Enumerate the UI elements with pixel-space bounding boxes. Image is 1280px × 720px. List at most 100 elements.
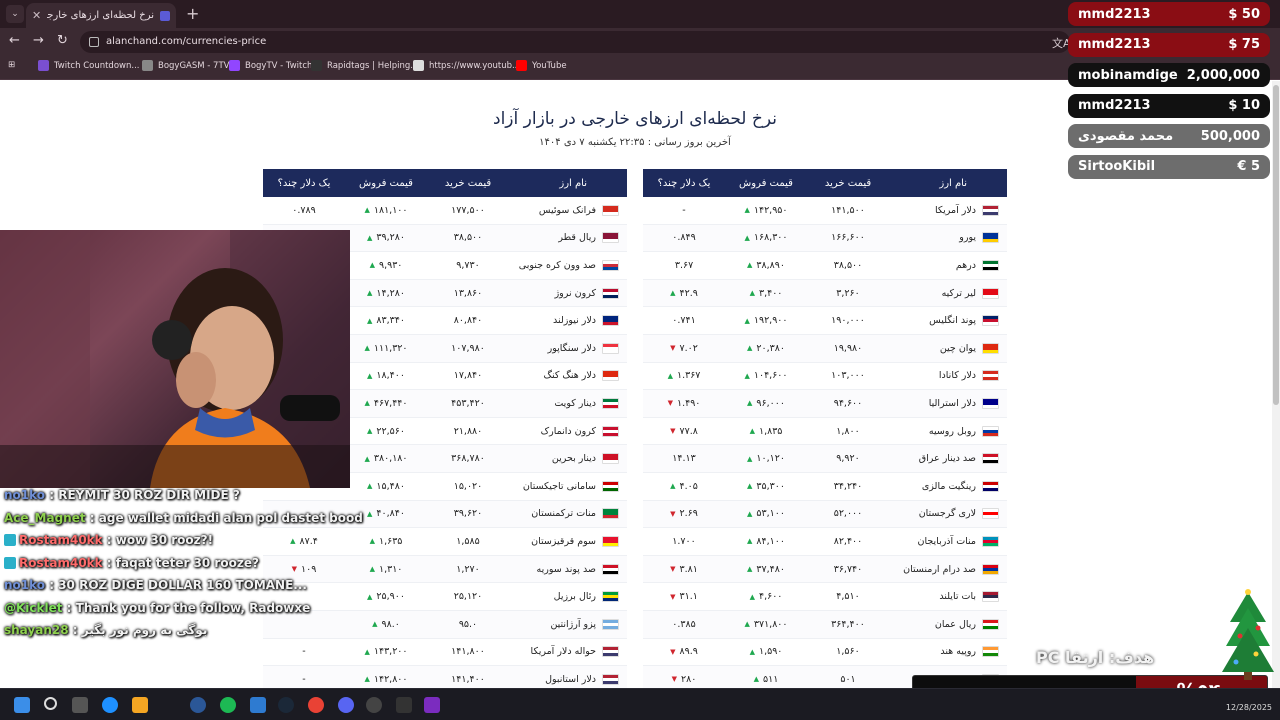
trend-up-icon: ▲ [367, 289, 373, 298]
browser-tab[interactable]: نرخ لحظه‌ای ارزهای خارجی در بازار ✕ [26, 3, 176, 28]
sell-price-cell: ۳۹,۲۸۰ ▲ [345, 232, 427, 243]
ratio-value: ۲۸۰ [681, 673, 697, 685]
buy-price: ۱۹۰,۰۰۰ [831, 315, 865, 327]
trend-up-icon: ▲ [372, 620, 378, 629]
back-icon[interactable]: ← [9, 33, 20, 48]
table-row[interactable]: لاری گرجستان ۵۲,۰۰۰ ۵۳,۱۰۰ ▲ ۲.۶۹ ▼ [643, 500, 1007, 529]
table-row[interactable]: پوند انگلیس ۱۹۰,۰۰۰ ۱۹۲,۹۰۰ ▲ ۰.۷۴۱ [643, 307, 1007, 335]
spotify-icon[interactable] [220, 697, 236, 713]
chat-text: بوگی به روم نور بگیر [81, 623, 208, 637]
currency-name: دینار کویت [554, 397, 596, 409]
header-ratio: یک دلار چند؟ [657, 177, 711, 189]
bookmark-item[interactable]: YouTube [516, 60, 567, 71]
currency-name-cell: کرون نروژ [509, 287, 627, 299]
currency-name: پزو آرژانتین [550, 618, 596, 630]
buy-price: ۵۲,۰۰۰ [833, 508, 863, 520]
sell-price-cell: ۱,۵۹۰ ▲ [725, 646, 807, 657]
country-flag-icon [602, 480, 619, 492]
donor-name: محمد مقصودی [1078, 128, 1174, 144]
wordpress-icon[interactable] [190, 697, 206, 713]
chrome-icon[interactable] [308, 697, 324, 713]
bookmark-item[interactable]: BogyTV - Twitch [229, 60, 312, 71]
buy-price: ۳۶۸,۷۸۰ [451, 453, 485, 465]
country-flag-icon [982, 370, 999, 382]
trend-down-icon: ▼ [671, 675, 678, 684]
ratio-value: ۸۹.۹ [679, 646, 698, 658]
table-row[interactable]: صد دینار عراق ۹,۹۲۰ ۱۰,۱۲۰ ▲ ۱۴.۱۳ [643, 445, 1007, 473]
new-tab-button[interactable]: + [186, 4, 199, 23]
apps-icon[interactable]: ⊞ [8, 60, 15, 70]
subscriber-badge-icon [4, 556, 16, 569]
table-row[interactable]: بات تایلند ۴,۵۱۰ ۴,۶۰۰ ▲ ۳۱.۱ ▼ [643, 583, 1007, 611]
sell-price: ۳۸۰,۱۸۰ [373, 453, 408, 465]
table-row[interactable]: فرانک سوئیس ۱۷۷,۵۰۰ ۱۸۱,۱۰۰ ▲ ۰.۷۸۹ [263, 197, 627, 225]
donation-amount: € 5 [1237, 159, 1260, 174]
bookmark-item[interactable]: https://www.youtub... [413, 60, 520, 71]
donor-name: mobinamdige [1078, 67, 1178, 83]
table-row[interactable]: لیر ترکیه ۳,۲۶۰ ۳,۴۰۰ ▲ ۴۲.۹ ▲ [643, 279, 1007, 308]
bookmark-item[interactable]: Twitch Countdown... [38, 60, 139, 71]
buy-price: ۵۰۱ [840, 673, 856, 685]
bookmark-item[interactable]: BogyGASM - 7TV [142, 60, 229, 71]
buy-price: ۳,۲۶۰ [836, 287, 860, 299]
bookmark-label: BogyGASM - 7TV [158, 60, 230, 71]
trend-up-icon: ▲ [367, 233, 373, 242]
table-row[interactable]: منات آذربایجان ۸۲,۴۰۰ ۸۴,۱۰۰ ▲ ۱.۷۰۰ [643, 528, 1007, 556]
bookmark-favicon-icon [229, 60, 240, 71]
app-icon[interactable] [396, 697, 412, 713]
bookmark-favicon-icon [413, 60, 424, 71]
close-tab-icon[interactable]: ✕ [32, 9, 41, 22]
ratio-cell: ۰.۷۸۹ [263, 205, 345, 216]
forward-icon[interactable]: → [33, 33, 44, 48]
sell-price: ۹۶,۰۰۰ [756, 397, 785, 409]
trend-up-icon: ▲ [747, 482, 753, 491]
obs-icon[interactable] [366, 697, 382, 713]
sell-price: ۱,۵۹۰ [758, 646, 783, 658]
rider-icon[interactable] [424, 697, 440, 713]
donation-item: mmd2213 $ 50 [1068, 2, 1270, 26]
country-flag-icon [982, 480, 999, 492]
buy-price: ۹۵.۰ [458, 618, 478, 630]
start-icon[interactable] [14, 697, 30, 713]
table-row[interactable]: روپیه هند ۱,۵۶۰ ۱,۵۹۰ ▲ ۸۹.۹ ▼ [643, 639, 1007, 667]
table-row[interactable]: دلار استرالیا ۹۴,۶۰۰ ۹۶,۰۰۰ ▲ ۱.۴۹۰ ▼ [643, 390, 1007, 418]
search-icon[interactable] [44, 697, 57, 710]
table-row[interactable]: یورو ۱۶۶,۶۰۰ ۱۶۸,۳۰۰ ▲ ۰.۸۴۹ [643, 224, 1007, 253]
tab-search-button[interactable]: ⌄ [6, 5, 24, 23]
tab-title: نرخ لحظه‌ای ارزهای خارجی در بازار [47, 10, 154, 21]
table-row[interactable]: روبل روسیه ۱,۸۰۰ ۱,۸۳۵ ▲ ۷۷.۸ ▼ [643, 418, 1007, 446]
table-row[interactable]: دلار استانبول ۱۴۱,۴۰۰ ۱۴۲,۸۰۰ ▲ - [263, 666, 627, 688]
trend-down-icon: ▼ [670, 647, 676, 656]
table-row[interactable]: ریال عمان ۳۶۴,۴۰۰ ۳۷۱,۸۰۰ ▲ ۰.۳۸۵ [643, 610, 1007, 639]
task-view-icon[interactable] [72, 697, 88, 713]
bookmark-item[interactable]: Rapidtags | Helping... [311, 60, 418, 71]
table-row[interactable]: رینگیت مالزی ۳۴,۲۴۰ ۳۵,۳۰۰ ▲ ۴.۰۵ ▲ [643, 473, 1007, 501]
edge-icon[interactable] [102, 697, 118, 713]
currency-name-cell: لاری گرجستان [889, 508, 1007, 520]
table-row[interactable]: دلار آمریکا ۱۴۱,۵۰۰ ۱۴۲,۹۵۰ ▲ - [643, 197, 1007, 225]
vs-icon[interactable] [250, 697, 266, 713]
steam-icon[interactable] [278, 697, 294, 713]
sell-price-cell: ۳۸۰,۱۸۰ ▲ [345, 453, 427, 464]
table-row[interactable]: دلار کانادا ۱۰۳,۰۰۰ ۱۰۴,۶۰۰ ▲ ۱.۳۶۷ ▲ [643, 363, 1007, 391]
scrollbar-thumb[interactable] [1273, 85, 1279, 405]
donation-amount: $ 50 [1228, 6, 1260, 22]
discord-icon[interactable] [338, 697, 354, 713]
table-row[interactable]: درهم ۳۸,۵۰۰ ۳۸,۸۹۰ ▲ ۳.۶۷ [643, 252, 1007, 280]
subscriber-badge-icon [4, 534, 16, 546]
chat-message: no1ko : 30 ROZ DIGE DOLLAR 160 TOMANE... [4, 574, 354, 597]
currency-name-cell: صد دینار عراق [889, 453, 1007, 465]
site-info-icon[interactable] [89, 37, 99, 47]
table-row[interactable]: حواله دلار آمریکا ۱۴۱,۸۰۰ ۱۴۳,۲۰۰ ▲ - [263, 639, 627, 667]
copilot-icon[interactable] [132, 697, 148, 713]
trend-up-icon: ▲ [369, 261, 375, 270]
url-input[interactable]: alanchand.com/currencies-price [80, 31, 1070, 53]
reload-icon[interactable]: ↻ [57, 33, 68, 48]
sell-price-cell: ۵۳,۱۰۰ ▲ [725, 508, 807, 519]
table-row[interactable]: صد درام ارمنستان ۳۶,۷۴۰ ۳۷,۴۸۰ ▲ ۳.۸۱ ▼ [643, 555, 1007, 584]
table-row[interactable]: یوان چین ۱۹,۹۸۰ ۲۰,۳۸۰ ▲ ۷.۰۲ ▼ [643, 334, 1007, 363]
trend-up-icon: ▲ [747, 261, 753, 270]
ratio-cell: ۱.۷۰۰ [643, 536, 725, 547]
trend-up-icon: ▲ [367, 316, 373, 325]
country-flag-icon [982, 287, 999, 299]
